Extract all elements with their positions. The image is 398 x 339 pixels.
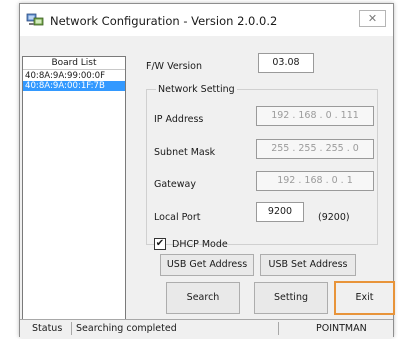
gateway-field[interactable]: 192 . 168 . 0 . 1 [256, 171, 374, 191]
dhcp-mode-checkbox[interactable]: ✔ [154, 238, 166, 250]
local-port-hint: (9200) [318, 212, 350, 223]
status-bar: Status Searching completed POINTMAN [20, 319, 393, 338]
board-list-item-selected[interactable]: 40:8A:9A:00:1F:7B [23, 81, 125, 91]
status-divider [71, 322, 72, 335]
status-label: Status [32, 323, 63, 334]
status-divider [278, 322, 279, 335]
checkmark-icon: ✔ [155, 238, 165, 249]
search-button[interactable]: Search [166, 282, 240, 314]
title-bar: Network Configuration - Version 2.0.0.2 … [20, 4, 393, 36]
network-app-icon [26, 13, 44, 26]
usb-get-address-button[interactable]: USB Get Address [160, 254, 254, 276]
close-button[interactable]: ✕ [359, 10, 386, 27]
exit-button[interactable]: Exit [334, 281, 395, 315]
network-setting-label: Network Setting [156, 84, 237, 95]
usb-set-address-button[interactable]: USB Set Address [260, 254, 356, 276]
close-icon: ✕ [367, 12, 378, 25]
board-list-item[interactable]: 40:8A:9A:99:00:0F [23, 71, 125, 81]
network-config-window: Network Configuration - Version 2.0.0.2 … [19, 3, 395, 338]
ip-address-label: IP Address [154, 114, 204, 125]
local-port-field[interactable]: 9200 [256, 202, 304, 222]
fw-version-value: 03.08 [258, 53, 314, 73]
status-text: Searching completed [76, 323, 177, 334]
board-list-header: Board List [23, 57, 125, 70]
client-area: Board List 40:8A:9A:99:00:0F 40:8A:9A:00… [20, 36, 395, 336]
dhcp-mode-label[interactable]: DHCP Mode [172, 239, 228, 250]
gateway-label: Gateway [154, 179, 196, 190]
local-port-label: Local Port [154, 212, 201, 223]
brand-label: POINTMAN [316, 323, 367, 334]
ip-address-field[interactable]: 192 . 168 . 0 . 111 [256, 106, 374, 126]
setting-button[interactable]: Setting [254, 282, 328, 314]
window-title: Network Configuration - Version 2.0.0.2 [50, 14, 278, 28]
fw-version-label: F/W Version [146, 61, 203, 72]
board-list[interactable]: Board List 40:8A:9A:99:00:0F 40:8A:9A:00… [22, 56, 126, 328]
subnet-mask-field[interactable]: 255 . 255 . 255 . 0 [256, 139, 374, 159]
subnet-mask-label: Subnet Mask [154, 147, 216, 158]
